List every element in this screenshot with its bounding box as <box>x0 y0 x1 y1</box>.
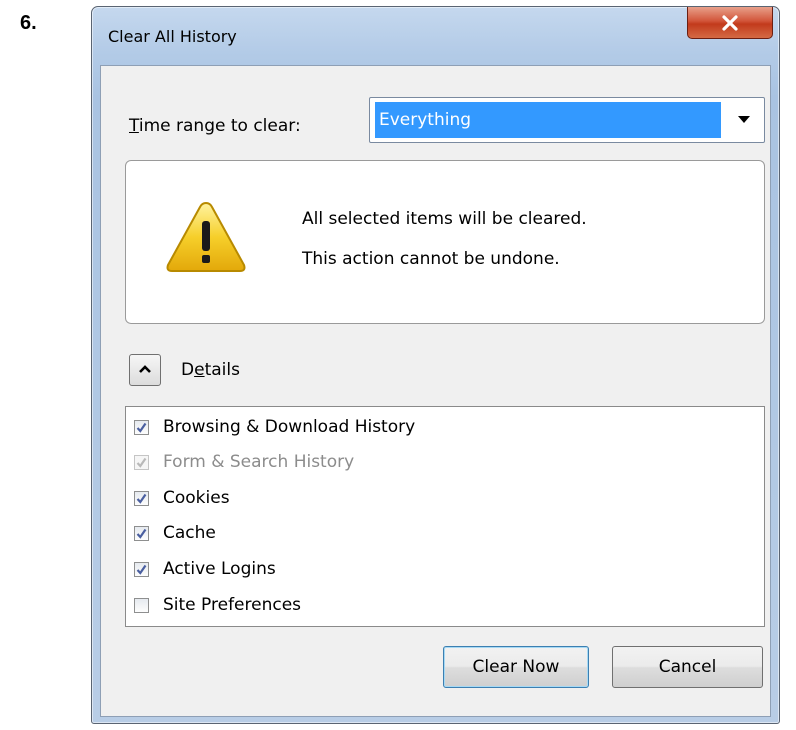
item-label: Browsing & Download History <box>163 417 416 437</box>
history-items-list: Browsing & Download History Form & Searc… <box>125 406 765 627</box>
item-label: Form & Search History <box>163 452 355 472</box>
checkmark-icon <box>136 457 147 468</box>
close-x-icon <box>722 14 738 31</box>
checkbox-site-preferences[interactable] <box>134 597 149 613</box>
item-label: Active Logins <box>163 559 276 579</box>
warning-message-line2: This action cannot be undone. <box>302 249 560 269</box>
cancel-button[interactable]: Cancel <box>612 646 763 688</box>
details-label: Details <box>181 360 240 380</box>
list-item-browsing-history[interactable]: Browsing & Download History <box>134 412 415 442</box>
list-item-active-logins[interactable]: Active Logins <box>134 554 276 584</box>
list-item-cache[interactable]: Cache <box>134 518 216 548</box>
step-number: 6. <box>20 12 37 34</box>
item-label: Cache <box>163 523 216 543</box>
time-range-select[interactable]: Everything <box>369 97 765 143</box>
warning-triangle-icon <box>166 201 246 272</box>
checkmark-icon <box>136 422 147 433</box>
clear-history-dialog: Clear All History Time range to clear: E… <box>91 6 780 724</box>
details-toggle-button[interactable] <box>129 354 161 386</box>
checkbox-browsing-history[interactable] <box>134 419 149 435</box>
time-range-selected-value: Everything <box>375 102 721 138</box>
chevron-up-icon <box>139 365 151 373</box>
list-item-site-preferences[interactable]: Site Preferences <box>134 590 301 620</box>
checkbox-form-search-history <box>134 454 149 470</box>
checkmark-icon <box>136 564 147 575</box>
warning-panel: All selected items will be cleared. This… <box>125 160 765 324</box>
item-label: Cookies <box>163 488 230 508</box>
checkmark-icon <box>136 493 147 504</box>
list-item-cookies[interactable]: Cookies <box>134 483 230 513</box>
checkbox-cache[interactable] <box>134 525 149 541</box>
checkbox-active-logins[interactable] <box>134 561 149 577</box>
checkbox-cookies[interactable] <box>134 490 149 506</box>
time-range-label: Time range to clear: <box>129 116 301 136</box>
dialog-title: Clear All History <box>108 27 237 46</box>
clear-now-button[interactable]: Clear Now <box>443 646 589 688</box>
warning-message-line1: All selected items will be cleared. <box>302 209 587 229</box>
list-item-form-search-history: Form & Search History <box>134 447 354 477</box>
checkmark-icon <box>136 528 147 539</box>
close-button[interactable] <box>687 7 773 39</box>
item-label: Site Preferences <box>163 595 302 615</box>
dropdown-arrow-icon <box>738 116 750 123</box>
dialog-body: Time range to clear: Everything All sele… <box>100 65 771 717</box>
